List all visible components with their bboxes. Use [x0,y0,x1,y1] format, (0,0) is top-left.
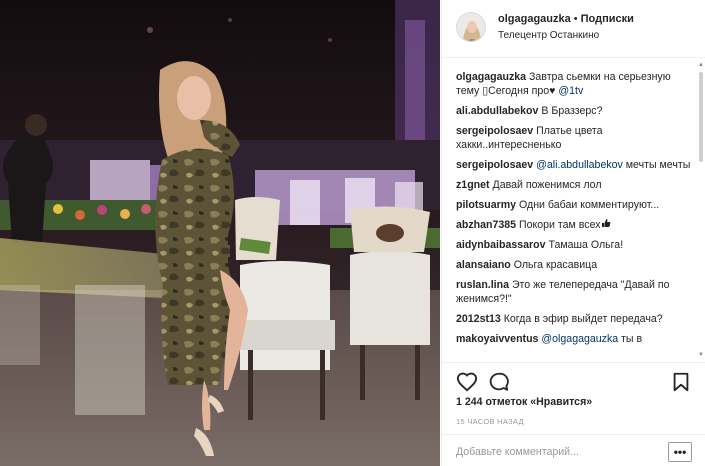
speech-bubble-icon[interactable] [488,371,510,393]
comment-username[interactable]: pilotsuarmy [456,199,516,211]
comments-scrollbar[interactable]: ▲ ▼ [698,62,704,358]
comment-username[interactable]: sergeipolosaev [456,125,533,137]
comment-item: makoyaivventus @olgagagauzka ты в [456,332,692,346]
post-header: olgagagauzka • Подписки Телецентр Останкин… [442,0,705,58]
thumbs-up-icon [601,218,611,232]
separator-dot: • [573,13,578,25]
scrollbar-thumb[interactable] [699,72,703,162]
action-bar [442,362,705,396]
username-link[interactable]: olgagagauzka [498,13,571,25]
likes-count[interactable]: 1 244 отметок «Нравится» [456,396,592,408]
bookmark-icon[interactable] [670,371,692,393]
heart-outline-icon[interactable] [456,371,478,393]
comment-item: sergeipolosaev Платье цвета хакки..интер… [456,124,692,152]
comment-item: olgagagauzka Завтра сьемки на серьезную … [456,70,692,98]
comment-text: Ольга красавица [513,259,598,272]
location-link[interactable]: Телецентр Останкино [498,30,599,41]
comment-item: ali.abdullabekov В Браззерс? [456,104,692,118]
add-comment-bar: ••• [442,434,705,466]
comment-text: Тамаша Ольга! [548,239,624,252]
comment-text: Когда в эфир выйдет передача? [503,313,663,326]
scroll-down-icon[interactable]: ▼ [698,352,704,358]
comment-text: Давай поженимся лол [492,179,602,191]
comment-item: z1gnet Давай поженимся лол [456,178,692,192]
comment-mention[interactable]: @ali.abdullabekov [536,159,623,171]
post-image [0,0,440,466]
follow-status-button[interactable]: Подписки [581,13,634,25]
comment-item: pilotsuarmy Одни бабаи комментируют... [456,198,692,212]
header-line: olgagagauzka • Подписки [498,13,634,25]
post-photo[interactable] [0,0,440,466]
comment-username[interactable]: ruslan.lina [456,279,509,291]
comment-mention[interactable]: @1tv [558,85,583,97]
comment-text: Покори там всех [519,219,601,231]
scroll-up-icon[interactable]: ▲ [698,62,704,68]
avatar[interactable] [456,12,486,42]
comment-username[interactable]: sergeipolosaev [456,159,533,171]
comment-item: aidynbaibassarov Тамаша Ольга! [456,238,692,252]
post-sidebar: olgagagauzka • Подписки Телецентр Останкин… [441,0,705,466]
add-comment-input[interactable] [456,443,656,461]
comment-username[interactable]: abzhan7385 [456,219,516,231]
comment-text: мечты мечты [622,159,691,171]
comment-username[interactable]: 2012st13 [456,313,501,325]
comment-username[interactable]: z1gnet [456,179,490,191]
avatar-image [457,13,485,41]
comment-username[interactable]: ali.abdullabekov [456,105,538,117]
comment-username[interactable]: aidynbaibassarov [456,239,546,251]
comment-item: 2012st13 Когда в эфир выйдет передача? [456,312,692,326]
post-timestamp: 15 ЧАСОВ НАЗАД [456,417,524,426]
comment-username[interactable]: alansaiano [456,259,511,271]
comment-item: sergeipolosaev @ali.abdullabekov мечты м… [456,158,692,172]
comment-text: В Браззерс? [541,105,603,117]
comment-item: alansaiano Ольга красавица [456,258,692,272]
comment-text: ты в [618,333,643,346]
comments-list[interactable]: olgagagauzka Завтра сьемки на серьезную … [456,70,692,358]
comment-username[interactable]: makoyaivventus [456,333,538,345]
comment-text: Одни бабаи комментируют... [519,199,660,211]
comment-mention[interactable]: @olgagagauzka [541,333,618,345]
comment-item: ruslan.lina Это же телепередача "Давай п… [456,278,692,306]
more-options-button[interactable]: ••• [668,442,692,462]
comment-item: abzhan7385 Покори там всех [456,218,692,232]
comment-username[interactable]: olgagagauzka [456,71,526,83]
